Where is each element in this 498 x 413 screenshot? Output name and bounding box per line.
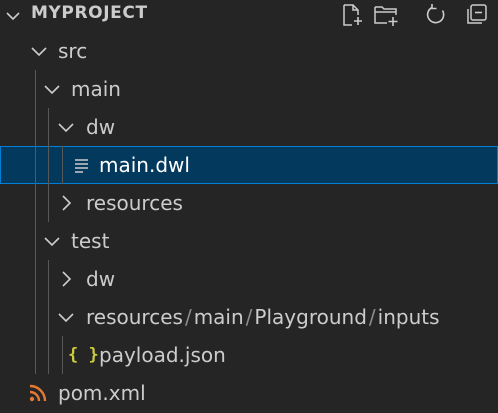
tree-item-label: dw xyxy=(86,267,116,291)
indent-guide xyxy=(62,336,63,374)
indent-guide xyxy=(62,146,63,184)
section-title: MYPROJECT xyxy=(31,3,148,23)
text-file-icon xyxy=(72,155,92,175)
refresh-button[interactable] xyxy=(423,2,449,28)
indent-guide xyxy=(48,260,49,298)
tree-item-pom-xml[interactable]: pom.xml xyxy=(0,374,498,412)
chevron-right-icon[interactable] xyxy=(57,269,75,289)
explorer-panel: MYPROJECT src main dw main.dwl resources… xyxy=(0,0,498,413)
tree-item-label: dw xyxy=(86,115,116,139)
new-folder-button[interactable] xyxy=(373,2,399,28)
indent-guide xyxy=(35,146,36,184)
tree-item-src[interactable]: src xyxy=(0,32,498,70)
tree-item-main-dwl[interactable]: main.dwl xyxy=(0,146,498,184)
new-file-icon xyxy=(343,4,362,26)
indent-guide xyxy=(35,184,36,222)
tree-item-dw[interactable]: dw xyxy=(0,108,498,146)
new-file-button[interactable] xyxy=(339,2,365,28)
indent-guide xyxy=(35,336,36,374)
tree-item-label: test xyxy=(71,229,110,253)
chevron-down-icon[interactable] xyxy=(43,79,61,99)
chevron-right-icon[interactable] xyxy=(57,193,75,213)
chevron-down-icon[interactable] xyxy=(57,117,75,137)
path-separator: / xyxy=(184,305,192,329)
tree-item-label: src xyxy=(58,39,88,63)
compact-folder-segment[interactable]: resources xyxy=(86,305,183,329)
tree-item-test[interactable]: test xyxy=(0,222,498,260)
path-separator: / xyxy=(368,305,376,329)
tree-item-label: payload.json xyxy=(99,343,226,367)
chevron-down-icon[interactable] xyxy=(30,41,48,61)
json-icon: { } xyxy=(68,345,99,365)
indent-guide xyxy=(35,260,36,298)
tree-item-main[interactable]: main xyxy=(0,70,498,108)
tree-item-resources[interactable]: resources xyxy=(0,184,498,222)
collapse-all-button[interactable] xyxy=(464,2,490,28)
chevron-down-icon[interactable] xyxy=(57,307,75,327)
chevron-down-icon[interactable] xyxy=(4,7,22,25)
indent-guide xyxy=(48,146,49,184)
indent-guide xyxy=(48,108,49,146)
indent-guide xyxy=(35,108,36,146)
tree-item-label: main xyxy=(71,77,121,101)
tree-item-label: main.dwl xyxy=(99,153,190,177)
chevron-down-icon[interactable] xyxy=(43,231,61,251)
tree-item-label: resources xyxy=(86,191,183,215)
new-folder-icon xyxy=(374,6,398,26)
indent-guide xyxy=(48,298,49,336)
tree-item-test-dw[interactable]: dw xyxy=(0,260,498,298)
compact-folder-segment[interactable]: inputs xyxy=(378,305,440,329)
collapse-all-icon xyxy=(467,4,487,24)
explorer-section-header[interactable]: MYPROJECT xyxy=(0,0,498,30)
indent-guide xyxy=(48,336,49,374)
indent-guide xyxy=(35,298,36,336)
tree-item-payload-json[interactable]: { } payload.json xyxy=(0,336,498,374)
tree-item-compact-folder[interactable]: resources / main / Playground / inputs xyxy=(0,298,498,336)
compact-folder-segment[interactable]: main xyxy=(194,305,244,329)
refresh-icon xyxy=(426,4,445,24)
indent-guide xyxy=(48,184,49,222)
rss-icon xyxy=(28,383,48,403)
path-separator: / xyxy=(245,305,253,329)
compact-folder-segment[interactable]: Playground xyxy=(254,305,366,329)
indent-guide xyxy=(35,222,36,260)
tree-item-label: pom.xml xyxy=(58,381,146,405)
indent-guide xyxy=(35,70,36,108)
compact-folder-path: resources / main / Playground / inputs xyxy=(86,304,440,330)
